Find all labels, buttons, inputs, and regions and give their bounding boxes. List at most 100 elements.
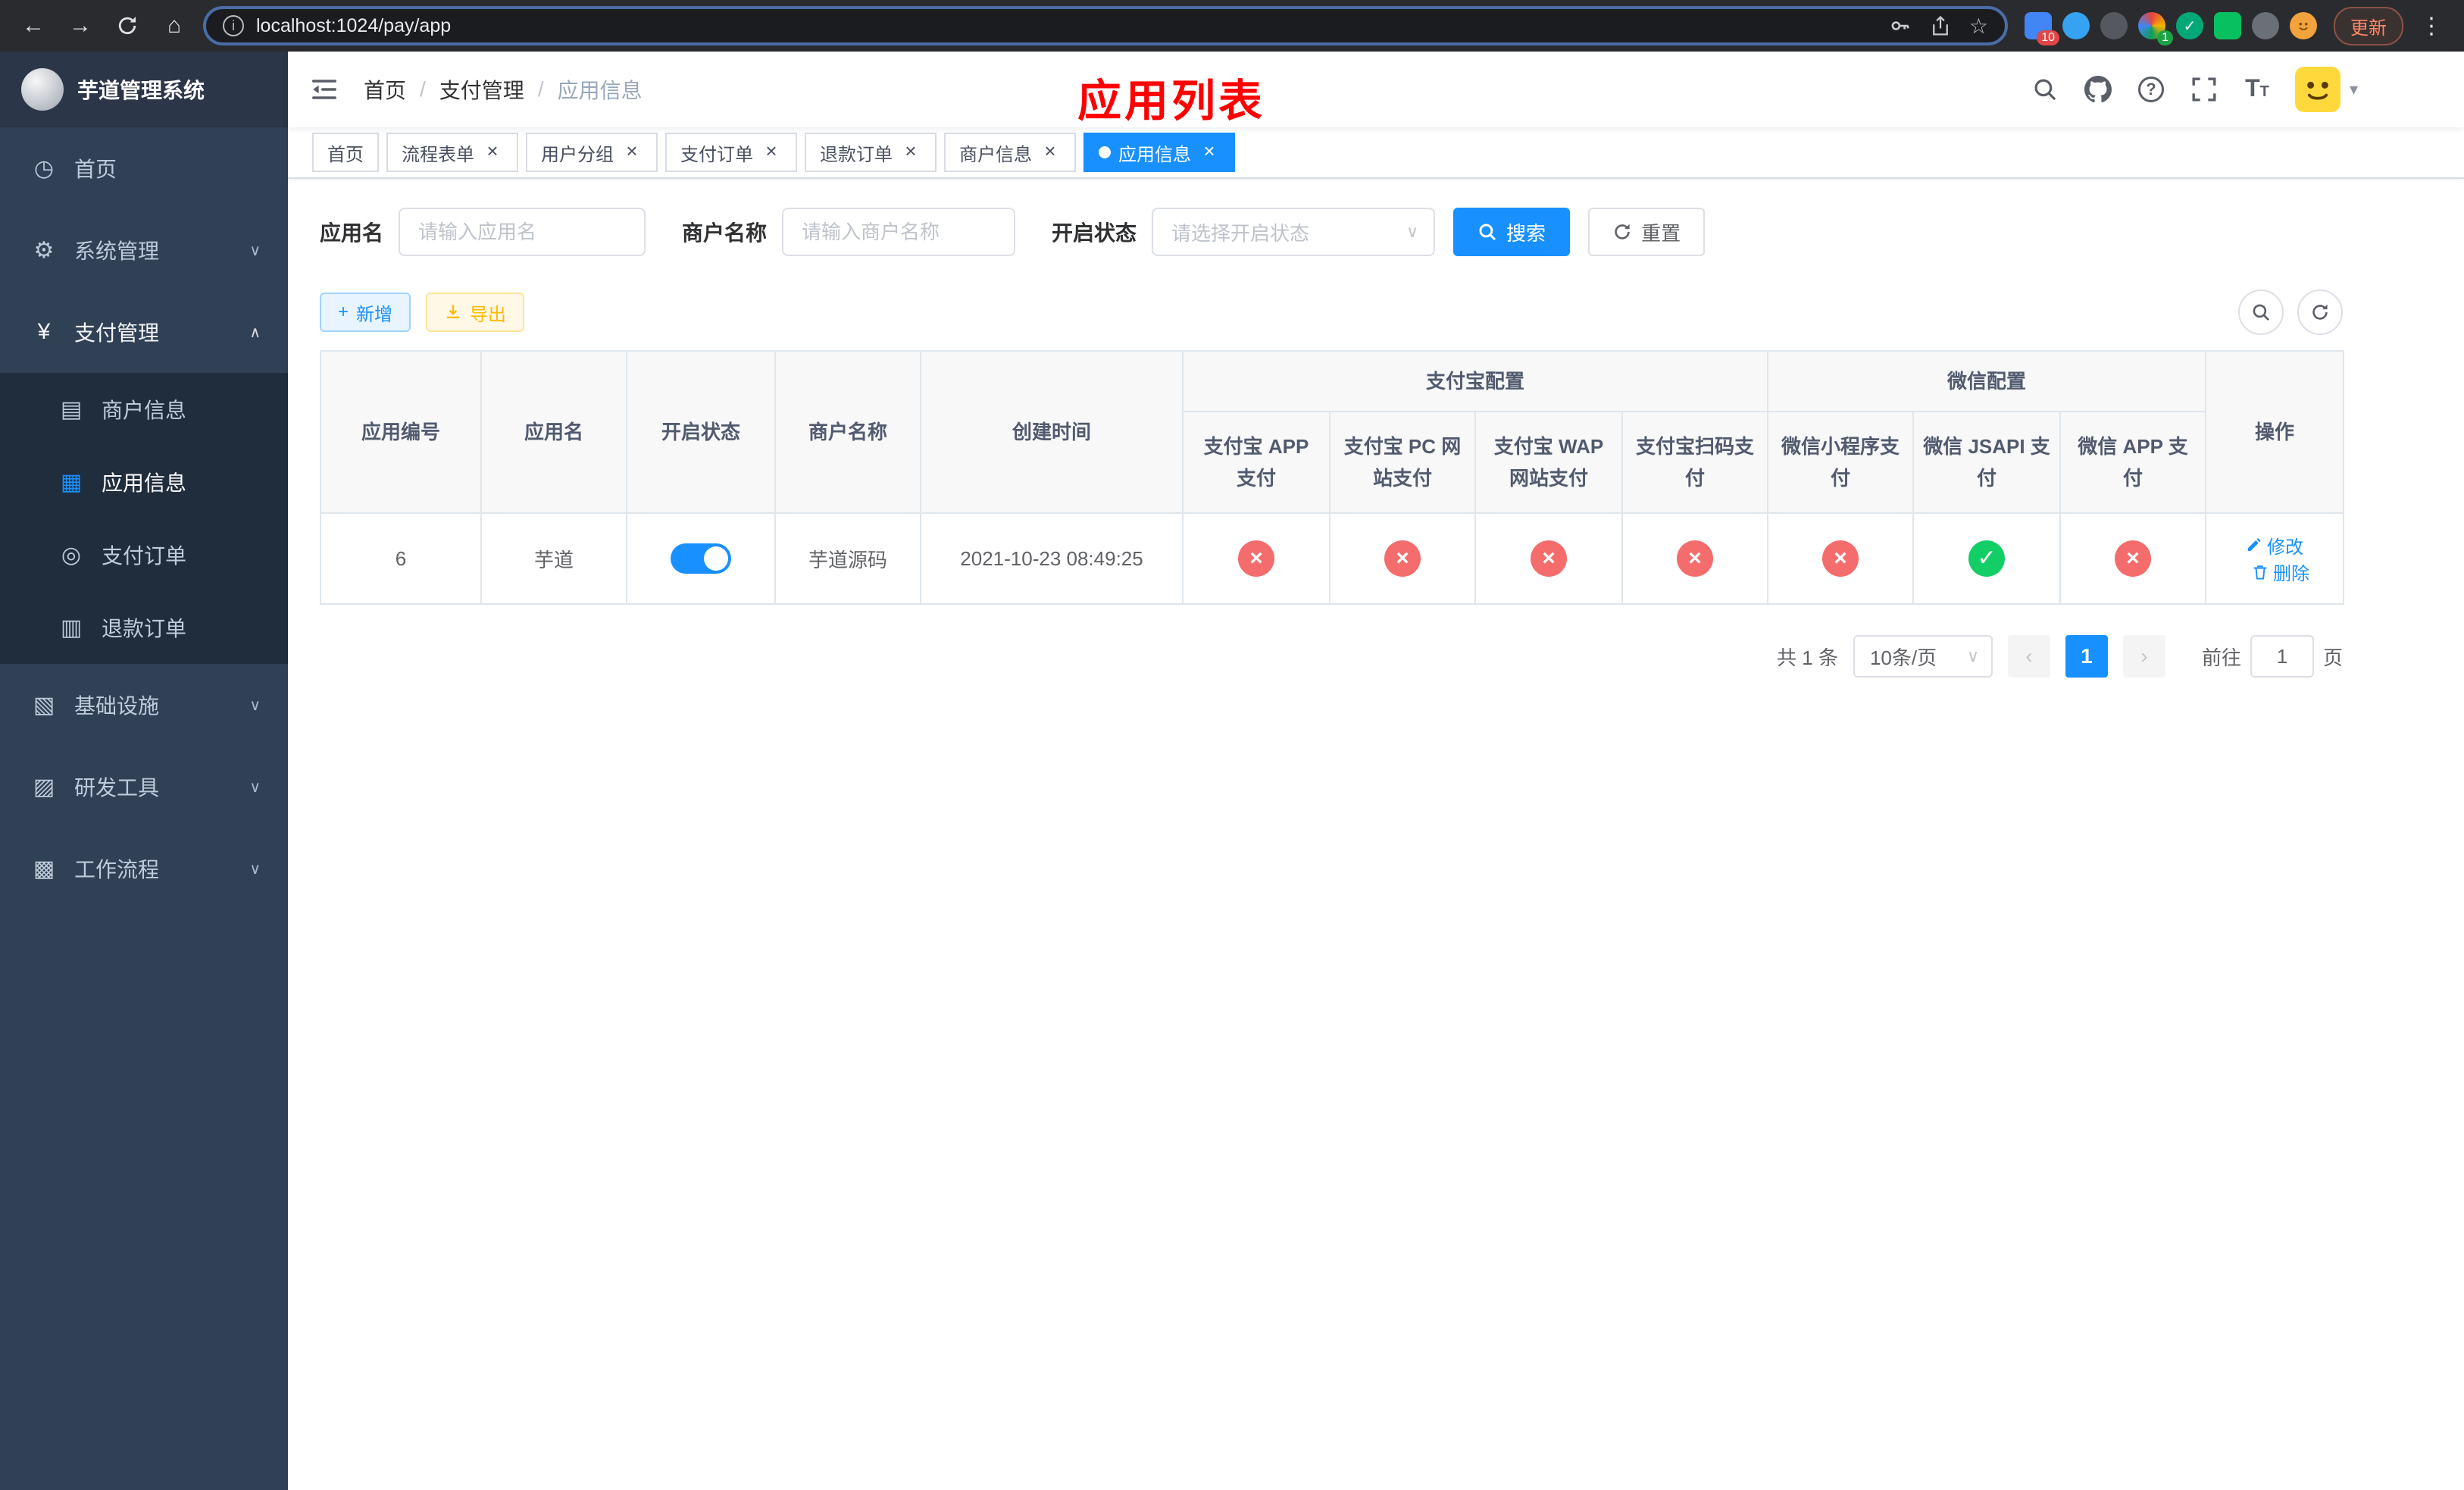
bookmark-star-icon[interactable]: ☆ [1969,14,1988,39]
font-size-icon[interactable]: TT [2242,74,2272,105]
back-button[interactable]: ← [15,8,52,44]
status-select[interactable]: 请选择开启状态 ∨ [1152,208,1436,256]
sidebar-item-label: 研发工具 [74,776,160,800]
status-label: 开启状态 [1052,221,1137,245]
github-icon[interactable] [2083,74,2113,105]
page-title: 应用列表 [1077,77,1266,126]
tab-refund-order[interactable]: 退款订单 × [805,133,937,172]
reload-button[interactable] [109,8,145,44]
refresh-button[interactable] [2297,290,2343,335]
disabled-status-icon: × [1677,540,1713,577]
extension-icon-2[interactable] [2062,12,2090,39]
app-name-input[interactable] [399,208,646,256]
tab-close-icon[interactable]: × [1199,141,1220,163]
created-at-cell: 2021-10-23 08:49:25 [920,512,1184,605]
tab-close-icon[interactable]: × [900,141,921,163]
tab-pay-order[interactable]: 支付订单 × [665,133,797,172]
sidebar-item-label: 基础设施 [74,694,160,718]
sidebar-item-label: 首页 [74,158,117,181]
sidebar-item-payment[interactable]: ¥ 支付管理 ∧ [0,291,288,373]
chevron-down-icon: ∨ [249,860,261,878]
sidebar-fold-icon[interactable] [309,74,339,105]
address-bar[interactable]: i localhost:1024/pay/app ☆ [203,6,2008,45]
tab-close-icon[interactable]: × [1040,141,1061,163]
edit-button[interactable]: 修改 [2246,532,2303,559]
chevron-down-icon: ∨ [249,778,261,796]
actions-cell: 修改 删除 [2205,512,2345,605]
forward-button[interactable]: → [62,8,98,44]
pay-order-icon: ◎ [61,542,82,568]
breadcrumb-current: 应用信息 [557,79,643,102]
breadcrumb-payment[interactable]: 支付管理 [439,74,524,105]
sidebar-item-infrastructure[interactable]: ▧ 基础设施 ∨ [0,664,288,746]
next-page-button[interactable]: › [2122,635,2165,678]
enabled-toggle[interactable] [671,543,731,574]
sidebar-item-pay-order[interactable]: ◎ 支付订单 [0,518,288,591]
extension-badge: 10 [2037,30,2059,45]
sidebar-item-devtools[interactable]: ▨ 研发工具 ∨ [0,746,288,828]
extensions-strip: 10 1 ✓ [2018,12,2323,45]
enabled-status-icon: ✓ [1968,540,2006,577]
add-button[interactable]: + 新增 [320,293,411,332]
extension-icon-4[interactable]: 1 [2138,12,2173,45]
toggle-search-button[interactable] [2238,290,2284,335]
extension-icon-7[interactable] [2252,12,2279,39]
export-button-label: 导出 [470,304,507,325]
extension-icon-5[interactable]: ✓ [2176,12,2203,39]
yen-icon: ¥ [37,319,51,344]
search-button[interactable]: 搜索 [1453,208,1571,256]
extension-icon-1[interactable]: 10 [2025,12,2059,45]
logo-bar: 芋道管理系统 [0,52,288,127]
sidebar-item-refund-order[interactable]: ▥ 退款订单 [0,591,288,664]
tab-merchant-info[interactable]: 商户信息 × [944,133,1076,172]
extension-icon-6[interactable] [2214,12,2241,39]
site-info-icon[interactable]: i [223,15,244,36]
prev-page-button[interactable]: ‹ [2007,635,2050,678]
tab-process-form[interactable]: 流程表单 × [386,133,518,172]
sidebar-item-system[interactable]: ⚙ 系统管理 ∨ [0,209,288,291]
breadcrumb: 首页 / 支付管理 / 应用信息 [364,74,643,105]
sidebar-item-merchant-info[interactable]: ▤ 商户信息 [0,373,288,446]
home-button[interactable]: ⌂ [156,8,192,44]
active-dot [1099,146,1111,158]
tab-app-info[interactable]: 应用信息 × [1083,133,1235,172]
share-icon[interactable] [1930,15,1951,36]
edit-button-label: 修改 [2267,537,2304,558]
page-size-select[interactable]: 10条/页 ∨ [1853,635,1993,678]
col-header-wechat-jsapi: 微信 JSAPI 支付 [1912,411,2062,514]
extension-icon-3[interactable] [2100,12,2128,39]
tab-close-icon[interactable]: × [621,141,643,163]
help-icon[interactable]: ? [2136,74,2166,105]
sidebar-item-workflow[interactable]: ▩ 工作流程 ∨ [0,828,288,909]
merchant-name-input[interactable] [782,208,1016,256]
col-header-alipay-wap: 支付宝 WAP 网站支付 [1474,411,1623,514]
tab-label: 首页 [327,144,364,165]
wechat-jsapi-status-cell: ✓ [1912,512,2062,605]
tab-close-icon[interactable]: × [761,141,782,163]
tab-home[interactable]: 首页 [312,133,379,172]
disabled-status-icon: × [2115,540,2152,577]
sidebar-item-app-info[interactable]: ▦ 应用信息 [0,446,288,518]
tab-close-icon[interactable]: × [482,141,503,163]
payment-submenu: ▤ 商户信息 ▦ 应用信息 ◎ 支付订单 ▥ 退款订单 [0,373,288,664]
reset-button[interactable]: 重置 [1588,208,1706,256]
export-button[interactable]: 导出 [426,293,525,332]
user-menu[interactable]: ▾ [2294,67,2358,112]
search-icon[interactable] [2030,74,2060,105]
browser-menu-icon[interactable]: ⋮ [2414,13,2449,39]
disabled-status-icon: × [1822,540,1859,577]
page-1-button[interactable]: 1 [2065,635,2108,678]
fullscreen-icon[interactable] [2189,74,2219,105]
dashboard-icon: ◷ [33,155,55,181]
avatar[interactable] [2294,67,2340,112]
sidebar-item-home[interactable]: ◷ 首页 [0,127,288,209]
goto-page-input[interactable] [2250,635,2314,678]
extension-icon-8[interactable] [2290,12,2317,39]
password-key-icon[interactable] [1889,14,1912,37]
page-size-value: 10条/页 [1869,646,1937,669]
breadcrumb-home[interactable]: 首页 [364,74,406,105]
tab-user-group[interactable]: 用户分组 × [526,133,658,172]
delete-button[interactable]: 删除 [2252,559,2309,585]
sidebar-item-label: 退款订单 [102,617,187,640]
browser-update-button[interactable]: 更新 [2334,6,2403,45]
